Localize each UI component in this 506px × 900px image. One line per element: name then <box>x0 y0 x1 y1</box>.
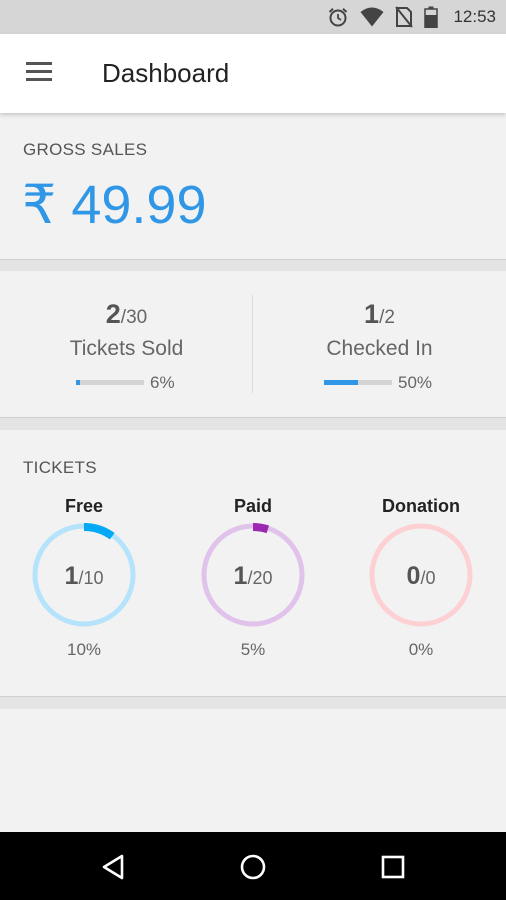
back-icon[interactable] <box>96 850 130 884</box>
ticket-count: 1/20 <box>169 562 337 591</box>
progress-track <box>76 380 144 385</box>
wifi-icon <box>360 7 384 27</box>
ticket-donation[interactable]: Donation 0/0 0% <box>337 492 505 672</box>
ticket-name: Donation <box>382 496 460 516</box>
alarm-icon <box>329 8 348 27</box>
status-clock: 12:53 <box>453 7 496 26</box>
status-bar: 12:53 <box>0 0 506 34</box>
ticket-name: Paid <box>233 496 272 516</box>
app-bar: Dashboard <box>0 34 506 113</box>
section-divider <box>0 418 506 430</box>
hamburger-menu-icon[interactable] <box>26 62 54 84</box>
ticket-count: 0/0 <box>337 562 505 591</box>
ticket-count-total: /0 <box>420 568 436 588</box>
tickets-sold-total: /30 <box>120 307 148 328</box>
checked-in-count: 1/2 <box>253 299 506 330</box>
gross-sales-value: ₹ 49.99 <box>22 175 207 235</box>
ticket-percent: 0% <box>408 640 434 659</box>
tickets-sold-count: 2/30 <box>0 299 253 330</box>
section-divider <box>0 697 506 709</box>
gross-sales-label: GROSS SALES <box>23 140 148 159</box>
tickets-sold-label: Tickets Sold <box>69 337 184 360</box>
recents-icon[interactable] <box>376 850 410 884</box>
tickets-sold-stat[interactable]: 2/30 Tickets Sold 6% <box>0 271 253 418</box>
stats-card: 2/30 Tickets Sold 6% 1/2 Checked In 50% <box>0 271 506 418</box>
ticket-count-number: 0 <box>406 562 421 590</box>
ticket-count-total: /20 <box>247 568 273 588</box>
tickets-sold-number: 2 <box>105 299 121 329</box>
section-divider <box>0 260 506 271</box>
page-title: Dashboard <box>102 58 230 88</box>
tickets-section-title: TICKETS <box>23 458 97 477</box>
checked-in-number: 1 <box>364 299 380 329</box>
ticket-percent: 5% <box>240 640 266 659</box>
navigation-bar <box>0 832 506 900</box>
ticket-count-total: /10 <box>78 568 104 588</box>
ring-progress-arc <box>84 523 115 540</box>
status-icons: 12:53 <box>327 0 496 34</box>
ticket-count-number: 1 <box>64 562 79 590</box>
progress-fill <box>76 380 81 385</box>
tickets-card: TICKETS Free 1/10 10% Paid 1/20 5% Donat… <box>0 430 506 697</box>
checked-in-progress: 50% <box>253 372 506 392</box>
battery-icon <box>424 6 439 28</box>
checked-in-percent: 50% <box>398 373 433 392</box>
no-sim-icon <box>395 6 414 28</box>
tickets-sold-progress: 6% <box>0 372 253 392</box>
progress-fill <box>324 380 358 385</box>
ticket-count-number: 1 <box>233 562 248 590</box>
tickets-sold-percent: 6% <box>150 373 175 392</box>
ticket-free[interactable]: Free 1/10 10% <box>0 492 168 672</box>
ticket-count: 1/10 <box>0 562 168 591</box>
ticket-percent: 10% <box>66 640 102 659</box>
checked-in-stat[interactable]: 1/2 Checked In 50% <box>253 271 506 418</box>
ticket-name: Free <box>64 496 104 516</box>
home-icon[interactable] <box>236 850 270 884</box>
ticket-paid[interactable]: Paid 1/20 5% <box>169 492 337 672</box>
checked-in-label: Checked In <box>326 337 433 360</box>
gross-sales-card: GROSS SALES ₹ 49.99 <box>0 113 506 260</box>
progress-track <box>324 380 392 385</box>
ring-progress-arc <box>253 523 270 534</box>
checked-in-total: /2 <box>379 307 395 328</box>
